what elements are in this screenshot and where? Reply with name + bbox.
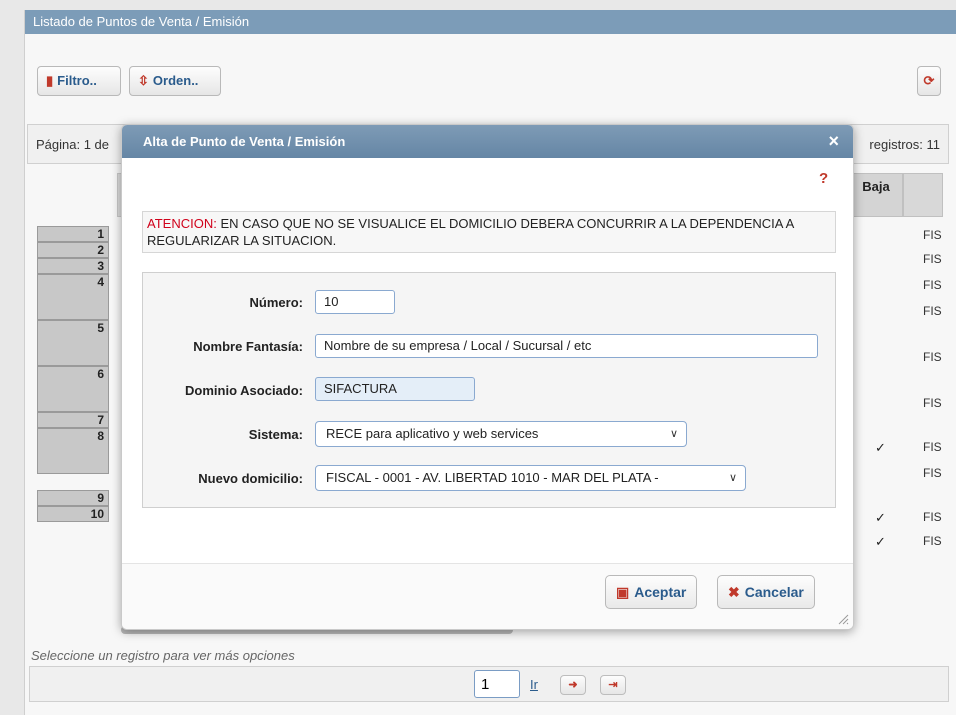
sistema-selected-value: RECE para aplicativo y web services (326, 426, 539, 441)
numero-label: Número: (249, 295, 303, 310)
warning-message: ATENCION: EN CASO QUE NO SE VISUALICE EL… (142, 211, 836, 253)
dominio-asociado-field: SIFACTURA (315, 377, 475, 401)
column-header-type[interactable] (903, 173, 943, 217)
warning-text: EN CASO QUE NO SE VISUALICE EL DOMICILIO… (147, 216, 794, 248)
row-type-text: FIS (923, 304, 942, 318)
row-number[interactable]: 3 (37, 258, 109, 274)
row-number[interactable]: 1 (37, 226, 109, 242)
row-number[interactable]: 8 (37, 428, 109, 474)
baja-check-icon: ✓ (875, 440, 886, 455)
sistema-label: Sistema: (248, 427, 303, 442)
row-type-text: FIS (923, 278, 942, 292)
row-number[interactable]: 5 (37, 320, 109, 366)
warning-prefix: ATENCION: (147, 216, 217, 231)
baja-check-icon: ✓ (875, 534, 886, 549)
row-type-text: FIS (923, 510, 942, 524)
panel-title: Listado de Puntos de Venta / Emisión (25, 10, 956, 34)
accept-button[interactable]: ▣ Aceptar (605, 575, 698, 609)
nombre-fantasia-label: Nombre Fantasía: (193, 339, 303, 354)
pager-bottom: Ir ➜ ⇥ (29, 666, 949, 702)
dialog-title: Alta de Punto de Venta / Emisión (143, 134, 346, 149)
accept-button-label: Aceptar (634, 584, 687, 600)
row-type-text: FIS (923, 466, 942, 480)
form-container: Número: 10 Nombre Fantasía: Nombre de su… (142, 272, 836, 508)
column-header-baja[interactable]: Baja (849, 173, 903, 217)
row-number[interactable]: 9 (37, 490, 109, 506)
sistema-select[interactable]: RECE para aplicativo y web services ∨ (315, 421, 687, 447)
nuevo-domicilio-label: Nuevo domicilio: (198, 471, 303, 486)
row-number[interactable]: 2 (37, 242, 109, 258)
row-type-text: FIS (923, 252, 942, 266)
row-number[interactable]: 6 (37, 366, 109, 412)
row-type-text: FIS (923, 440, 942, 454)
last-page-button[interactable]: ⇥ (600, 675, 626, 695)
dominio-asociado-label: Dominio Asociado: (185, 383, 303, 398)
numero-field[interactable]: 10 (315, 290, 395, 314)
next-page-button[interactable]: ➜ (560, 675, 586, 695)
order-button-label: Orden.. (152, 73, 199, 88)
domicilio-selected-value: FISCAL - 0001 - AV. LIBERTAD 1010 - MAR … (326, 470, 659, 485)
row-type-text: FIS (923, 228, 942, 242)
records-count: registros: 11 (869, 137, 940, 152)
close-icon[interactable]: × (828, 125, 839, 158)
row-number[interactable]: 4 (37, 274, 109, 320)
dialog-header[interactable]: Alta de Punto de Venta / Emisión × (122, 125, 853, 158)
cancel-icon: ✖ (728, 584, 740, 600)
filter-button-label: Filtro.. (57, 73, 97, 88)
row-number[interactable]: 10 (37, 506, 109, 522)
selection-hint: Seleccione un registro para ver más opci… (31, 648, 295, 663)
row-number[interactable]: 7 (37, 412, 109, 428)
page-info: Página: 1 de (36, 137, 110, 152)
new-point-of-sale-dialog: Alta de Punto de Venta / Emisión × ? ATE… (121, 124, 854, 630)
help-icon[interactable]: ? (819, 170, 828, 187)
arrow-right-icon: ➜ (568, 679, 578, 691)
chevron-down-icon: ∨ (669, 428, 678, 440)
nombre-fantasia-field[interactable]: Nombre de su empresa / Local / Sucursal … (315, 334, 818, 358)
page-number-input[interactable] (474, 670, 520, 698)
cancel-button-label: Cancelar (744, 584, 804, 600)
go-link[interactable]: Ir (530, 677, 538, 692)
refresh-button[interactable]: ⟳ (917, 66, 941, 96)
row-type-text: FIS (923, 396, 942, 410)
order-button[interactable]: ⇳ Orden.. (129, 66, 221, 96)
filter-icon: ▮ (46, 73, 54, 88)
row-type-text: FIS (923, 534, 942, 548)
cancel-button[interactable]: ✖ Cancelar (717, 575, 815, 609)
sort-icon: ⇳ (138, 73, 149, 88)
nuevo-domicilio-select[interactable]: FISCAL - 0001 - AV. LIBERTAD 1010 - MAR … (315, 465, 746, 491)
resize-grip-icon[interactable] (837, 613, 849, 625)
last-page-icon: ⇥ (608, 679, 618, 691)
refresh-icon: ⟳ (923, 73, 935, 88)
baja-check-icon: ✓ (875, 510, 886, 525)
filter-button[interactable]: ▮ Filtro.. (37, 66, 121, 96)
save-icon: ▣ (616, 584, 630, 600)
chevron-down-icon: ∨ (728, 472, 737, 484)
row-type-text: FIS (923, 350, 942, 364)
